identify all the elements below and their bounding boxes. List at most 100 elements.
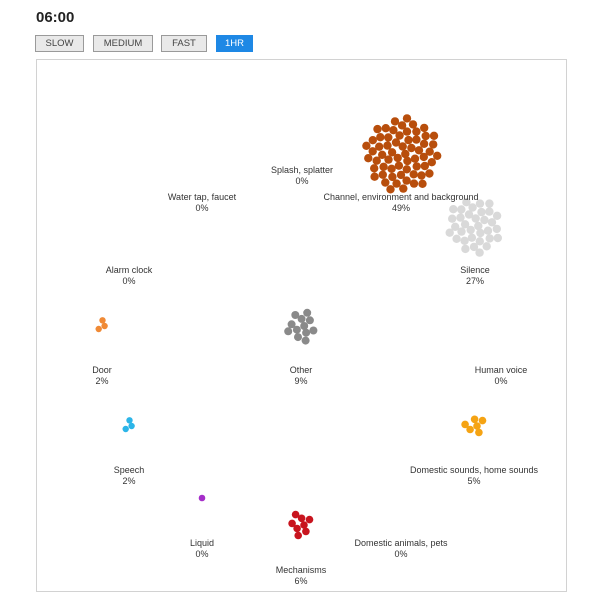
sound-event-dot [370,172,379,181]
sound-event-dot [381,124,390,133]
category-percent: 49% [391,203,411,213]
sound-event-dot [418,179,427,188]
sound-event-dot [480,215,489,225]
sound-event-dot [376,133,385,142]
sound-event-dot [390,117,400,126]
category-name: Splash, splatter [270,165,334,175]
sound-event-dot [301,336,310,345]
sound-event-dot [425,169,434,178]
sound-event-dot [475,428,483,437]
category-percent: 2% [122,476,136,486]
sound-event-dot [461,244,470,254]
sound-event-dot [300,521,308,529]
category-percent: 0% [195,203,209,213]
cluster-dots [95,114,502,540]
sound-event-dot [99,317,106,324]
sound-event-dot [284,327,293,336]
sound-event-dot [381,178,390,187]
sound-event-dot [101,322,108,330]
sound-event-dot [383,141,392,150]
sound-event-dot [485,234,494,243]
sound-event-dot [305,515,314,524]
sound-event-dot [412,162,421,171]
sound-event-dot [483,226,493,235]
sound-event-dot [408,120,418,129]
cluster-label-domestic-sounds: Domestic sounds, home sounds 5% [410,465,538,487]
category-percent: 2% [95,376,109,386]
category-name: Water tap, faucet [167,192,237,202]
cluster-label-channel: Channel, environment and background 49% [323,192,478,214]
sound-event-dot [291,311,300,319]
sound-event-dot [461,420,469,429]
sound-event-dot [445,228,454,237]
category-percent: 0% [394,549,408,559]
sound-event-dot [378,170,387,179]
sound-event-dot [402,114,412,123]
sound-event-dot [448,214,457,223]
sound-event-dot [429,131,439,140]
category-percent: 9% [294,376,308,386]
category-percent: 5% [467,476,481,486]
sound-event-dot [478,416,487,425]
sound-event-dot [475,248,484,257]
cluster-label-mechanisms: Mechanisms 6% [276,565,327,587]
sound-event-dot [421,131,430,141]
sound-event-dot [122,425,129,433]
sound-event-dot [493,233,502,243]
sound-event-dot [294,333,302,342]
category-name: Other [289,365,313,375]
sound-event-dot [417,171,426,180]
sound-event-dot [373,124,382,134]
sound-event-dot [403,156,412,166]
cluster-label-door: Door 2% [92,365,112,387]
category-percent: 0% [122,276,136,286]
sound-event-dot [409,170,418,179]
sound-event-dot [433,151,442,160]
cluster-label-speech: Speech 2% [114,465,145,487]
sound-event-dot [467,233,477,242]
sound-event-dot [412,135,421,144]
category-percent: 6% [294,576,308,586]
sound-event-dot [420,123,429,133]
category-name: Channel, environment and background [323,192,479,202]
category-name: Human voice [474,365,528,375]
sound-event-dot [362,141,371,150]
sound-event-dot [410,154,420,163]
sound-event-dot [397,121,407,130]
sound-event-dot [368,147,377,156]
category-name: Domestic animals, pets [354,538,448,548]
sound-event-dot [287,320,296,329]
sound-event-dot [291,510,300,519]
cluster-label-human-voice: Human voice 0% [475,365,528,387]
sound-event-dot [485,207,494,216]
category-name: Alarm clock [105,265,153,275]
sound-event-dot [482,242,491,251]
cluster-label-other: Other 9% [290,365,313,387]
sound-event-dot [412,127,421,136]
sound-event-dot [303,308,312,317]
sound-event-dot [460,236,469,245]
sound-event-dot [419,139,429,148]
sound-event-dot [128,422,135,430]
category-percent: 0% [195,549,209,559]
sound-event-dot [394,161,404,170]
sound-event-dot [485,199,494,208]
cluster-label-domestic-animals: Domestic animals, pets 0% [354,538,447,560]
sound-event-dot [476,228,485,238]
sound-event-dot [404,135,413,145]
sound-event-dot [492,224,501,234]
sound-event-dot [300,322,309,330]
sound-event-dot [452,234,461,243]
sound-event-dot [470,415,479,424]
category-name: Speech [113,465,145,475]
cluster-label-liquid: Liquid 0% [190,538,214,560]
sound-event-dot [407,143,416,153]
sound-event-dot [473,422,481,430]
sound-event-dot [384,133,393,142]
cluster-label-water-tap: Water tap, faucet 0% [168,192,236,214]
sound-event-dot [427,158,436,167]
sound-event-dot [372,156,381,165]
sound-event-dot [370,164,379,173]
sound-event-dot [368,136,377,145]
category-name: Silence [460,265,490,275]
